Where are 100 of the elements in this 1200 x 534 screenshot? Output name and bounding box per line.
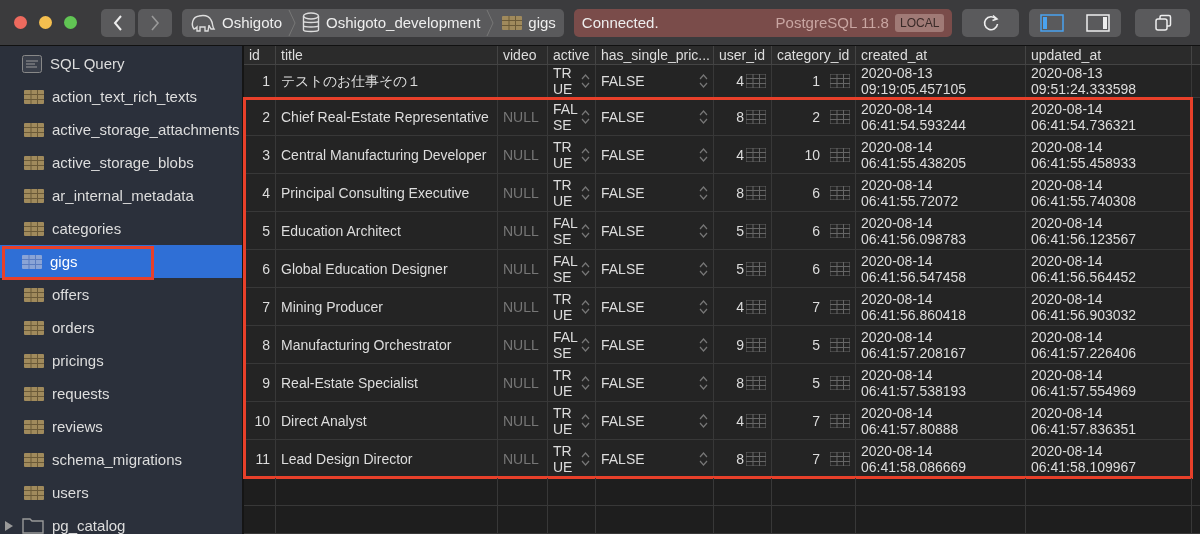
sidebar-item[interactable]: categories <box>0 212 242 245</box>
sidebar-item[interactable]: active_storage_attachments <box>0 113 242 146</box>
table-cell-text: 2020-08-14 06:41:57.836351 <box>1031 404 1138 437</box>
table-icon <box>24 89 44 104</box>
stepper-icon[interactable] <box>699 336 708 353</box>
server-version: PostgreSQL 11.8 <box>775 14 889 31</box>
table-cell-text: 2020-08-14 06:41:55.72072 <box>861 176 960 209</box>
foreign-key-icon <box>746 261 766 276</box>
table-cell: FALSE <box>601 222 645 239</box>
sidebar-item[interactable]: schema_migrations <box>0 443 242 476</box>
table-cell-text: 2020-08-14 06:41:55.438205 <box>861 138 968 171</box>
column-header[interactable]: category_id <box>772 46 856 65</box>
table-cell: FALSE <box>601 374 645 391</box>
stepper-icon[interactable] <box>699 450 708 467</box>
column-header[interactable]: updated_at <box>1026 46 1192 65</box>
window-button[interactable] <box>1135 8 1190 37</box>
stepper-icon[interactable] <box>699 298 708 315</box>
table-row[interactable]: 11 Lead Design Director NULL TRUE FALSE 8 7 2020-08-14 06:41:58.086669 2020-08-14 06:41:58.109967 <box>244 440 1192 479</box>
table-row[interactable]: 5 Education Architect NULL FALSE FALSE 5 6 2020-08-14 06:41:56.098783 2020-08-14 06:41:56.123567 <box>244 212 1192 251</box>
stepper-icon[interactable] <box>581 374 590 391</box>
reload-button[interactable] <box>962 8 1020 37</box>
sidebar-item[interactable]: orders <box>0 311 242 344</box>
foreign-key-icon <box>830 299 850 314</box>
sidebar-item[interactable]: pg_catalog <box>0 509 242 534</box>
table-row[interactable]: 9 Real-Estate Specialist NULL TRUE FALSE 8 5 2020-08-14 06:41:57.538193 2020-08-14 06:41:57.554969 <box>244 364 1192 403</box>
table-row[interactable]: 7 Mining Producer NULL TRUE FALSE 4 7 2020-08-14 06:41:56.860418 2020-08-14 06:41:56.903032 <box>244 288 1192 327</box>
zoom-button[interactable] <box>64 16 77 29</box>
table-row[interactable]: 4 Principal Consulting Executive NULL TRUE FALSE 8 6 2020-08-14 06:41:55.72072 2020-08-14 06:41:55.740308 <box>244 174 1192 213</box>
table-row[interactable]: 8 Manufacturing Orchestrator NULL FALSE FALSE 9 5 2020-08-14 06:41:57.208167 2020-08-14 06:41:57.226406 <box>244 326 1192 365</box>
table-row[interactable]: 6 Global Education Designer NULL FALSE FALSE 5 6 2020-08-14 06:41:56.547458 2020-08-14 06:41:56.564452 <box>244 250 1192 289</box>
table-row[interactable]: 2 Chief Real-Estate Representative NULL FALSE FALSE 8 2 2020-08-14 06:41:54.593244 2020-08-14 06:41:54.736321 <box>244 98 1192 137</box>
column-header[interactable]: created_at <box>856 46 1026 65</box>
stepper-icon[interactable] <box>699 184 708 201</box>
sidebar-item[interactable]: reviews <box>0 410 242 443</box>
table-row[interactable]: 3 Central Manufacturing Developer NULL TRUE FALSE 4 10 2020-08-14 06:41:55.438205 2020-08-14 06:41:55.458933 <box>244 136 1192 175</box>
null-value: NULL <box>503 298 539 315</box>
stepper-icon[interactable] <box>699 73 708 90</box>
breadcrumb-item[interactable]: Oshigoto <box>222 14 283 31</box>
table-cell: Education Architect <box>281 222 401 239</box>
stepper-icon[interactable] <box>699 374 708 391</box>
column-header[interactable]: active <box>548 46 596 65</box>
stepper-icon[interactable] <box>581 450 590 467</box>
null-value: NULL <box>503 222 539 239</box>
stepper-icon[interactable] <box>581 108 590 125</box>
column-header[interactable]: id <box>244 46 276 65</box>
table-cell-text: FALSE <box>553 328 579 361</box>
table-cell: 4 <box>736 412 744 429</box>
disclosure-icon[interactable] <box>4 520 14 531</box>
sidebar-item[interactable]: pricings <box>0 344 242 377</box>
stepper-icon[interactable] <box>699 146 708 163</box>
windows-icon <box>1153 13 1172 32</box>
table-cell-text: 2020-08-14 06:41:58.109967 <box>1031 442 1138 475</box>
stepper-icon[interactable] <box>581 146 590 163</box>
stepper-icon[interactable] <box>699 412 708 429</box>
back-button[interactable] <box>101 8 135 37</box>
table-cell-text: 2020-08-14 06:41:56.903032 <box>1031 290 1138 323</box>
breadcrumb-item[interactable]: gigs <box>528 14 556 31</box>
column-header[interactable]: title <box>276 46 498 65</box>
stepper-icon[interactable] <box>581 336 590 353</box>
sidebar-item[interactable]: action_text_rich_texts <box>0 80 242 113</box>
table-cell: 6 <box>812 260 820 277</box>
table-cell: Principal Consulting Executive <box>281 184 470 201</box>
table-row[interactable]: 10 Direct Analyst NULL TRUE FALSE 4 7 2020-08-14 06:41:57.80888 2020-08-14 06:41:57.836351 <box>244 402 1192 441</box>
stepper-icon[interactable] <box>581 298 590 315</box>
table-cell: 7 <box>812 412 820 429</box>
stepper-icon[interactable] <box>581 184 590 201</box>
sidebar-item[interactable]: active_storage_blobs <box>0 146 242 179</box>
breadcrumb-item[interactable]: Oshigoto_development <box>326 14 481 31</box>
sidebar-item[interactable]: offers <box>0 278 242 311</box>
stepper-icon[interactable] <box>699 222 708 239</box>
foreign-key-icon <box>830 413 850 428</box>
column-header[interactable]: video <box>498 46 548 65</box>
table-cell-text: 2020-08-14 06:41:57.554969 <box>1031 366 1138 399</box>
chevron-icon <box>486 9 495 36</box>
null-value: NULL <box>503 146 539 163</box>
stepper-icon[interactable] <box>581 412 590 429</box>
row-id: 2 <box>262 108 270 125</box>
table-row[interactable]: 1 テストのお仕事その１ TRUE FALSE 4 1 2020-08-13 09:19:05.457105 2020-08-13 09:51:24.333598 <box>244 65 1200 99</box>
sidebar-item[interactable]: users <box>0 476 242 509</box>
sidebar-item[interactable]: SQL Query <box>0 47 242 80</box>
table-cell: 7 <box>812 450 820 467</box>
table-cell-text: 2020-08-14 06:41:56.098783 <box>861 214 968 247</box>
table-cell: Real-Estate Specialist <box>281 374 418 391</box>
foreign-key-icon <box>830 147 850 162</box>
table-cell: Central Manufacturing Developer <box>281 146 487 163</box>
column-header[interactable]: has_single_pric... <box>596 46 714 65</box>
stepper-icon[interactable] <box>699 108 708 125</box>
foreign-key-icon <box>830 261 850 276</box>
sidebar-item[interactable]: requests <box>0 377 242 410</box>
column-header[interactable]: user_id <box>714 46 772 65</box>
minimize-button[interactable] <box>39 16 52 29</box>
sidebar-item[interactable]: ar_internal_metadata <box>0 179 242 212</box>
table-cell-text: TRUE <box>553 138 574 171</box>
stepper-icon[interactable] <box>581 222 590 239</box>
stepper-icon[interactable] <box>581 73 590 90</box>
stepper-icon[interactable] <box>699 260 708 277</box>
foreign-key-icon <box>830 337 850 352</box>
stepper-icon[interactable] <box>581 260 590 277</box>
close-button[interactable] <box>14 16 27 29</box>
sidebar-item[interactable]: gigs <box>0 245 242 278</box>
